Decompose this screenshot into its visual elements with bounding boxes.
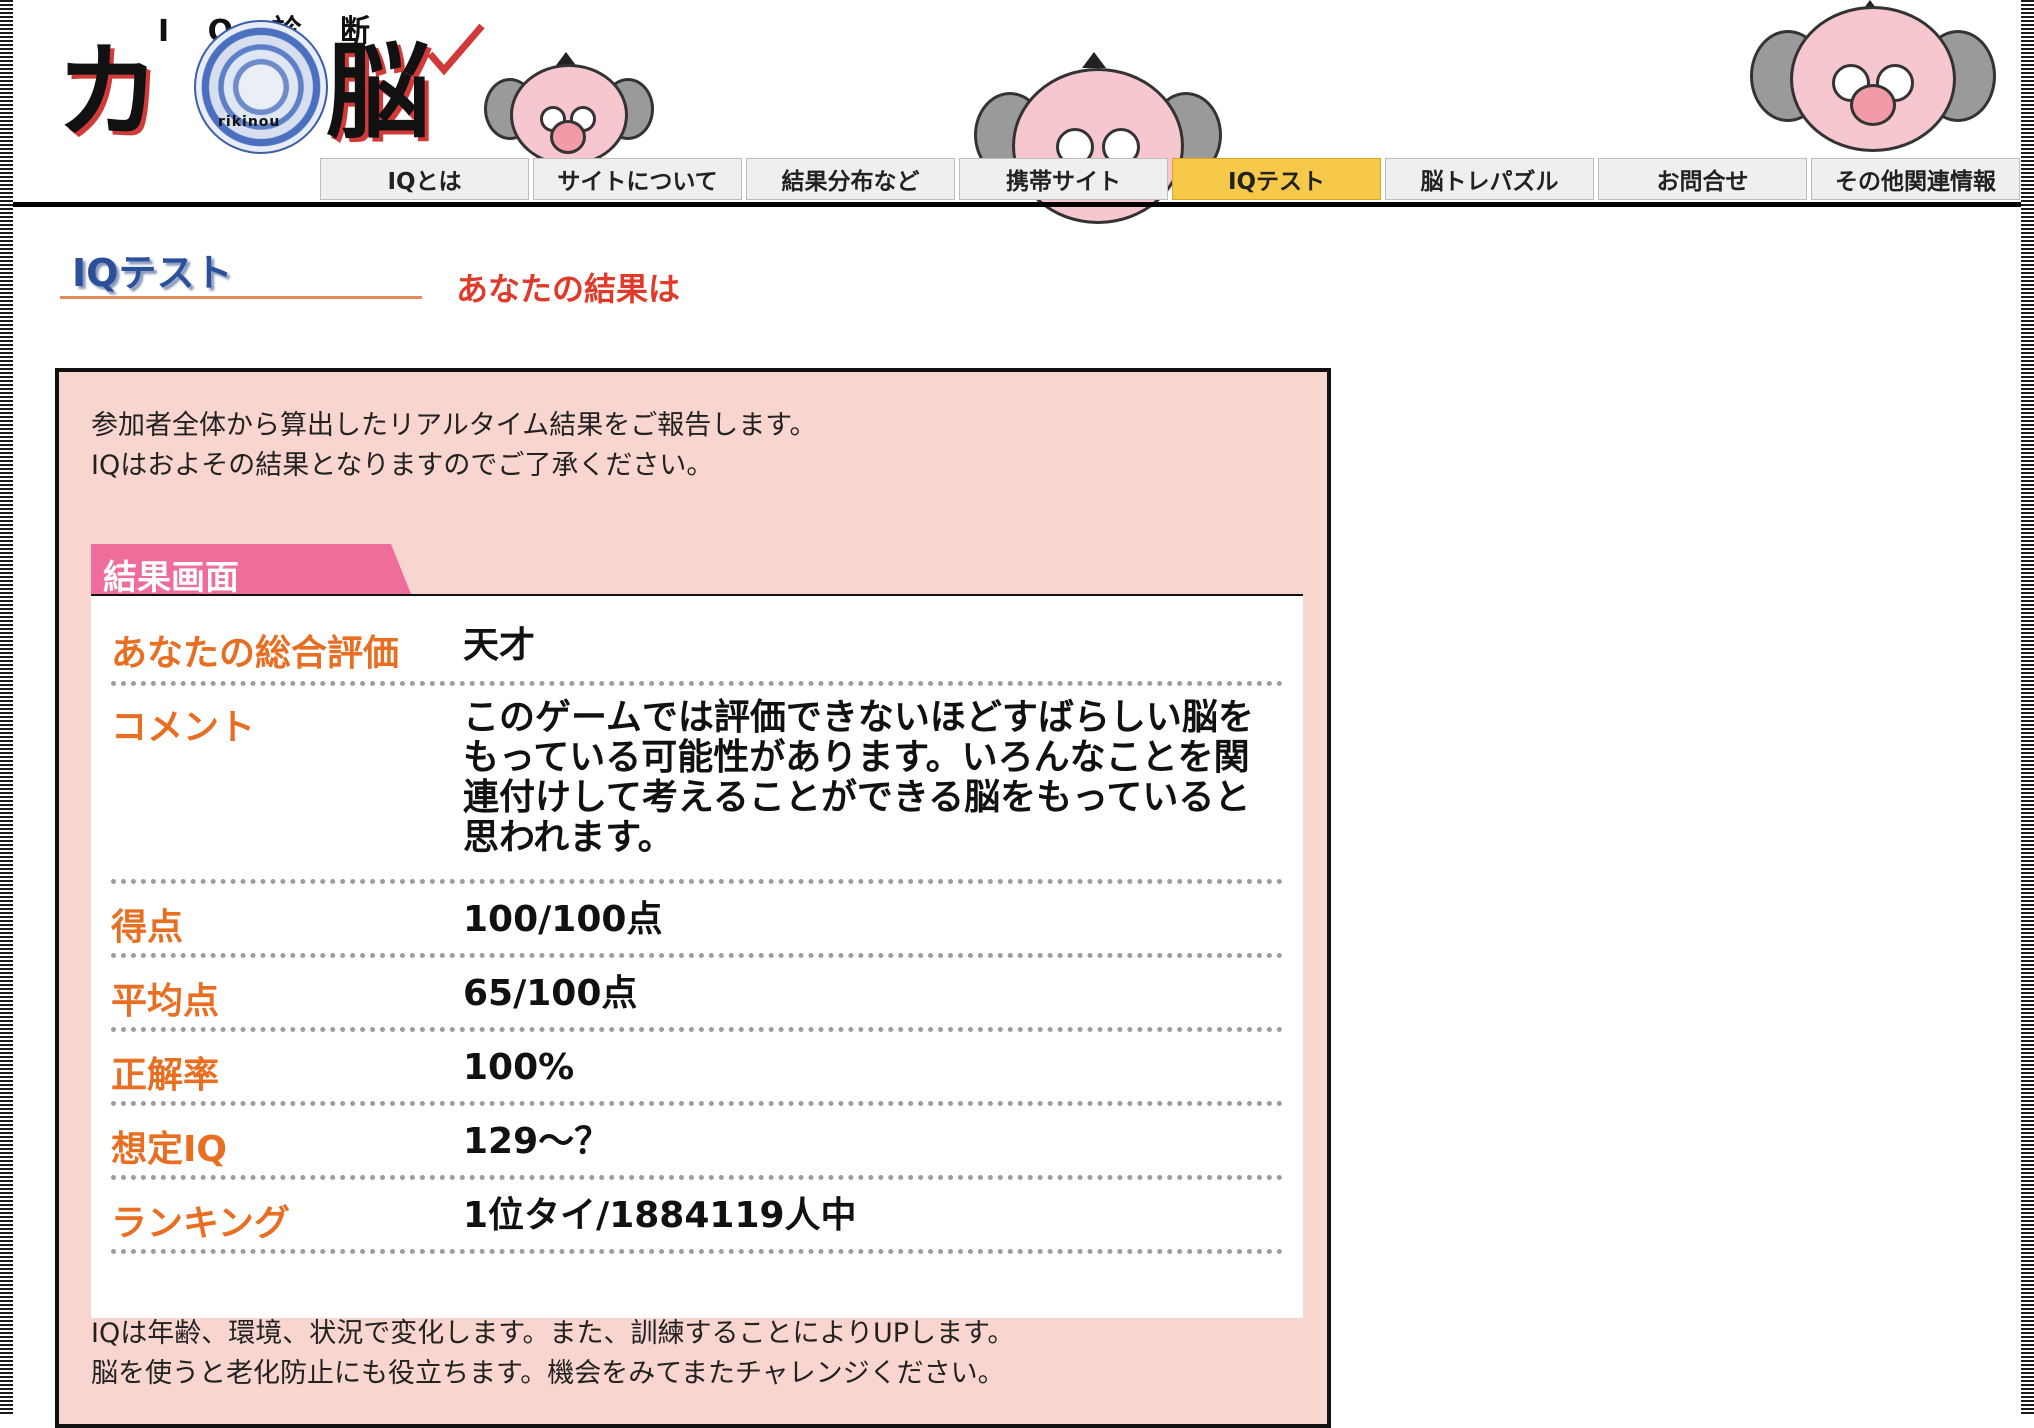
site-logo[interactable]: I Q 診 断 カ rikinou 脳 [48,6,485,154]
nav-item-distribution[interactable]: 結果分布など [746,158,955,200]
result-section-label: 結果画面 [91,544,411,598]
result-row-label: コメント [111,707,256,748]
result-row-overall: あなたの総合評価 天才 [111,624,1283,686]
result-panel: 参加者全体から算出したリアルタイム結果をご報告します。 IQはおよその結果となり… [55,368,1331,1428]
result-row-label: ランキング [111,1203,290,1244]
result-row-value: 100/100点 [463,899,663,940]
logo-left-char: カ [56,31,161,153]
main-nav: IQとは サイトについて 結果分布など 携帯サイト IQテスト 脳トレパズル お… [320,158,2020,202]
section-tag-label: IQテスト [72,251,233,295]
result-row-estimated-iq: 想定IQ 129～？ [111,1106,1283,1180]
result-row-value: このゲームでは評価できないほどすばらしい脳をもっている可能性があります。いろんな… [463,697,1254,858]
section-tag: IQテスト [60,238,422,299]
professor-mascot-icon [1750,0,1996,152]
checkmark-icon [427,23,485,76]
result-row-label: 正解率 [111,1055,220,1096]
result-row-value: 100% [463,1047,575,1088]
nav-item-iq-about[interactable]: IQとは [320,158,529,200]
right-border-stripe [2021,0,2034,1414]
result-row-average: 平均点 65/100点 [111,958,1283,1032]
footer-line: 脳を使うと老化防止にも役立ちます。機会をみてまたチャレンジください。 [91,1358,1005,1389]
nav-item-about-site[interactable]: サイトについて [533,158,742,200]
intro-line: 参加者全体から算出したリアルタイム結果をご報告します。 [91,410,817,441]
result-section-label-text: 結果画面 [103,558,239,598]
intro-text: 参加者全体から算出したリアルタイム結果をご報告します。 IQはおよその結果となり… [91,406,817,486]
result-row-value: 65/100点 [463,973,638,1014]
result-row-label: あなたの総合評価 [111,633,400,674]
result-row-value: 129～？ [463,1121,611,1162]
nav-item-iq-test[interactable]: IQテスト [1172,158,1381,200]
header-divider [13,202,2021,207]
brain-logo-icon [194,20,328,154]
nav-item-related-info[interactable]: その他関連情報 [1811,158,2020,200]
result-row-score: 得点 100/100点 [111,884,1283,958]
result-row-label: 平均点 [111,981,220,1022]
result-row-label: 得点 [111,907,184,948]
logo-right-char: 脳 [326,31,431,153]
intro-line: IQはおよその結果となりますのでご了承ください。 [91,450,714,481]
nav-item-brain-puzzle[interactable]: 脳トレパズル [1385,158,1594,200]
nav-item-contact[interactable]: お問合せ [1598,158,1807,200]
professor-mascot-icon [484,50,654,166]
left-border-stripe [0,0,13,1414]
result-row-comment: コメント このゲームでは評価できないほどすばらしい脳をもっている可能性があります… [111,686,1283,884]
footer-line: IQは年齢、環境、状況で変化します。また、訓練することによりUPします。 [91,1318,1015,1349]
footer-note: IQは年齢、環境、状況で変化します。また、訓練することによりUPします。 脳を使… [91,1314,1014,1394]
result-row-label: 想定IQ [111,1129,227,1170]
result-row-value: 1位タイ/1884119人中 [463,1195,857,1236]
result-row-ranking: ランキング 1位タイ/1884119人中 [111,1180,1283,1254]
result-table: あなたの総合評価 天才 コメント このゲームでは評価できないほどすばらしい脳をも… [91,596,1303,1318]
result-row-value: 天才 [463,625,536,666]
logo-romaji: rikinou [218,114,281,130]
nav-item-mobile[interactable]: 携帯サイト [959,158,1168,200]
result-row-accuracy: 正解率 100% [111,1032,1283,1106]
page-title: あなたの結果は [456,270,681,308]
